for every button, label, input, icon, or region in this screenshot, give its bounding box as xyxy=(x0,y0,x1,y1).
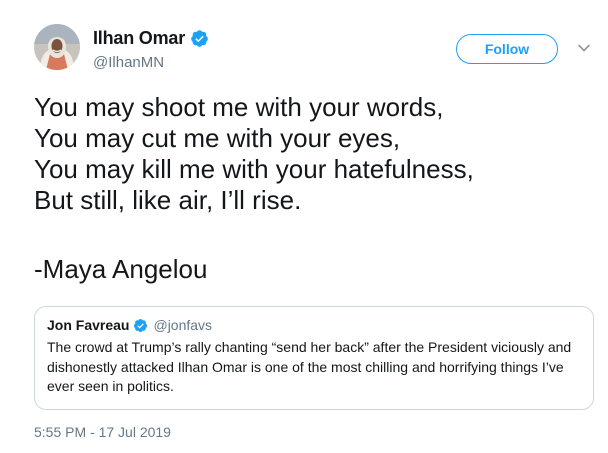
verified-badge-icon xyxy=(134,318,148,332)
tweet-text: You may shoot me with your words, You ma… xyxy=(34,92,594,216)
tweet-line: You may cut me with your eyes, xyxy=(34,123,401,153)
author-display-name[interactable]: Ilhan Omar xyxy=(93,28,185,49)
avatar-photo-icon xyxy=(34,24,80,70)
tweet-timestamp[interactable]: 5:55 PM - 17 Jul 2019 xyxy=(34,424,171,440)
quoted-author-handle: @jonfavs xyxy=(153,317,213,333)
quoted-tweet-header: Jon Favreau @jonfavs xyxy=(47,317,212,333)
tweet-line: You may kill me with your hatefulness, xyxy=(34,154,474,184)
author-handle[interactable]: @IlhanMN xyxy=(93,54,164,71)
quoted-author-name: Jon Favreau xyxy=(47,317,130,333)
verified-badge-icon xyxy=(191,30,208,47)
author-name-row[interactable]: Ilhan Omar xyxy=(93,28,209,49)
tweet-line: But still, like air, I’ll rise. xyxy=(34,185,302,215)
quoted-tweet-line: dishonestly attacked Ilhan Omar is one o… xyxy=(47,358,564,375)
tweet-line: You may shoot me with your words, xyxy=(34,92,444,122)
quoted-tweet-text: The crowd at Trump’s rally chanting “sen… xyxy=(47,338,587,397)
author-avatar[interactable] xyxy=(34,24,80,70)
follow-button[interactable]: Follow xyxy=(456,34,558,64)
tweet-signature: -Maya Angelou xyxy=(34,254,208,284)
chevron-down-icon[interactable] xyxy=(577,41,591,55)
quoted-tweet-line: The crowd at Trump’s rally chanting “sen… xyxy=(47,339,572,355)
tweet-card: Ilhan Omar @IlhanMN Follow You may shoot… xyxy=(0,0,608,453)
quoted-tweet-line: ever seen in politics. xyxy=(47,378,174,394)
quoted-tweet[interactable]: Jon Favreau @jonfavs The crowd at Trump’… xyxy=(34,306,594,410)
